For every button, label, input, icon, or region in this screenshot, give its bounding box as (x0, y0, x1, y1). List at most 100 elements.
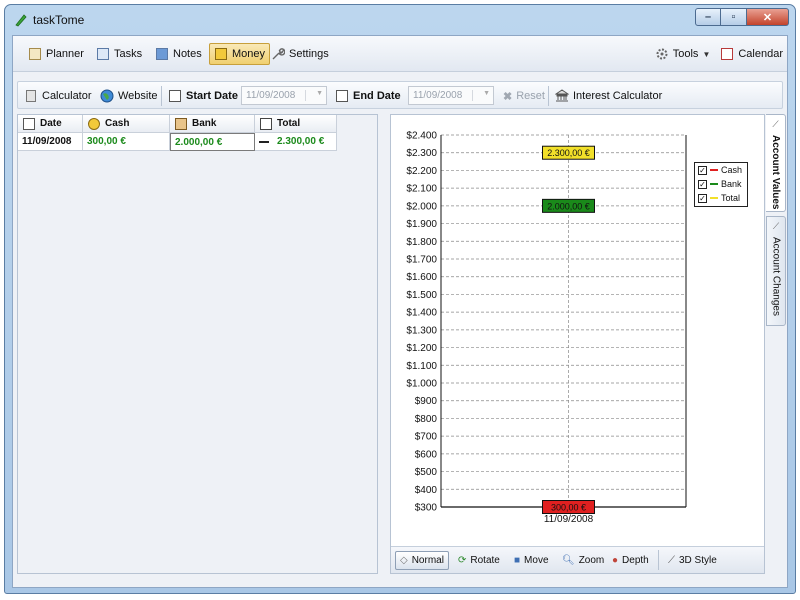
cell-total[interactable]: 2.300,00 € (255, 133, 337, 151)
window-title: taskTome (33, 13, 85, 27)
zoom-icon: 🔍︎ (562, 555, 575, 566)
wrench-icon (272, 48, 285, 60)
reset-button[interactable]: ✖ Reset (503, 87, 545, 105)
interest-calculator-button[interactable]: Interest Calculator (555, 87, 662, 105)
move-icon: ■ (514, 555, 521, 566)
column-header-cash-label: Cash (105, 118, 130, 129)
chart-mode-zoom[interactable]: 🔍︎ Zoom (557, 551, 609, 570)
interest-calculator-label: Interest Calculator (573, 90, 663, 102)
y-tick-label: $300 (415, 503, 438, 514)
money-toolbar: Calculator Website Start Date 11/09/2008… (17, 81, 783, 109)
money-icon (214, 47, 228, 61)
chart-mode-normal[interactable]: ◇ Normal (395, 551, 449, 570)
chart-mode-move-label: Move (524, 555, 549, 566)
chart-mode-rotate[interactable]: ⟳ Rotate (453, 551, 505, 570)
y-tick-label: $1.000 (406, 379, 437, 390)
website-button[interactable]: Website (100, 87, 158, 105)
tab-account-changes[interactable]: ⟋ Account Changes (766, 216, 786, 326)
y-tick-label: $2.000 (406, 201, 437, 212)
x-tick-label: 11/09/2008 (544, 514, 594, 525)
title-bar[interactable]: taskTome – ▫ ✕ (5, 5, 795, 35)
coins-icon (87, 117, 101, 131)
start-date-label: Start Date (186, 90, 238, 102)
cell-total-value: 2.300,00 € (277, 136, 325, 147)
tools-menu[interactable]: Tools ▼ (655, 47, 710, 61)
column-header-total[interactable]: Total (255, 115, 337, 133)
end-date-dropdown-icon[interactable]: ▼ (472, 90, 490, 101)
legend-checkbox-cash[interactable]: ✓ (698, 165, 707, 175)
nav-money[interactable]: Money (209, 43, 271, 65)
chart-3d-style-label: 3D Style (679, 555, 717, 566)
total-calculator-icon (259, 117, 273, 131)
tasks-icon (96, 47, 110, 61)
legend-item-bank[interactable]: ✓ Bank (695, 177, 747, 191)
chart-controls-separator (658, 550, 659, 570)
reset-label: Reset (516, 90, 545, 102)
data-label-text-total: 2.300,00 € (547, 148, 590, 158)
legend-label-cash: Cash (721, 165, 743, 175)
column-header-cash[interactable]: Cash (83, 115, 170, 133)
tab-account-changes-label: Account Changes (770, 237, 782, 316)
y-tick-label: $700 (415, 432, 438, 443)
chart-3d-style[interactable]: ⟋ 3D Style (663, 551, 722, 570)
chart-mode-zoom-label: Zoom (578, 555, 605, 566)
chart-panel: $300 $400 $500 $600 $700 $800 $900 $1.000 $1.100… (390, 114, 765, 574)
cell-date[interactable]: 11/09/2008 (18, 133, 83, 151)
maximize-button[interactable]: ▫ (721, 8, 747, 26)
y-tick-label: $1.300 (406, 325, 437, 336)
column-header-bank-label: Bank (192, 118, 217, 129)
y-tick-label: $900 (415, 396, 438, 407)
minimize-button[interactable]: – (695, 8, 721, 26)
window-controls: – ▫ ✕ (695, 8, 789, 27)
nav-settings[interactable]: Settings (266, 43, 334, 65)
calculator-button[interactable]: Calculator (24, 87, 92, 105)
y-tick-label: $1.600 (406, 272, 437, 283)
table-row[interactable]: 11/09/2008 300,00 € 2.000,00 € 2.300,00 … (18, 133, 337, 151)
column-header-bank[interactable]: Bank (170, 115, 255, 133)
legend-item-total[interactable]: ✓ Total (695, 191, 747, 205)
legend-label-bank: Bank (721, 179, 742, 189)
tab-account-values[interactable]: ⟋ Account Values (766, 114, 786, 212)
planner-icon (28, 47, 42, 61)
tab-account-values-label: Account Values (770, 135, 781, 210)
cell-bank[interactable]: 2.000,00 € (170, 133, 255, 151)
y-tick-label: $500 (415, 467, 438, 478)
column-header-total-label: Total (277, 118, 301, 129)
start-date-dropdown-icon[interactable]: ▼ (305, 90, 323, 101)
column-header-date[interactable]: Date (18, 115, 83, 133)
depth-icon: ● (612, 555, 619, 566)
chart-mode-depth[interactable]: ● Depth (607, 551, 654, 570)
legend-item-cash[interactable]: ✓ Cash (695, 163, 747, 177)
start-date-input[interactable]: 11/09/2008 ▼ (241, 86, 327, 105)
line-chart-icon: ⟋ (772, 221, 780, 231)
tools-label: Tools (672, 48, 699, 60)
chart-controls-bar: ◇ Normal ⟳ Rotate ■ Move 🔍︎ Zoom ● Depth… (391, 546, 764, 573)
legend-swatch-cash (710, 169, 718, 171)
y-tick-label: $400 (415, 485, 438, 496)
legend-checkbox-total[interactable]: ✓ (698, 193, 707, 203)
chart-legend: ✓ Cash ✓ Bank ✓ Total (694, 162, 748, 207)
end-date-input[interactable]: 11/09/2008 ▼ (408, 86, 494, 105)
y-tick-label: $1.400 (406, 308, 437, 319)
start-date-label-group: Start Date (168, 87, 238, 105)
y-tick-label: $800 (415, 414, 438, 425)
chart-style-icon: ⟋ (668, 555, 675, 566)
chart-mode-move[interactable]: ■ Move (509, 551, 554, 570)
y-tick-label: $1.900 (406, 219, 437, 230)
date-column-icon (22, 117, 36, 131)
nav-calendar[interactable]: Calendar (720, 47, 783, 61)
account-table: Date Cash Bank Total 11/09/2008 300,00 €… (18, 115, 337, 151)
cell-cash[interactable]: 300,00 € (83, 133, 170, 151)
y-tick-label: $2.300 (406, 148, 437, 159)
nav-planner-label: Planner (46, 48, 84, 60)
close-button[interactable]: ✕ (747, 8, 789, 26)
close-icon: ✕ (762, 11, 773, 24)
nav-notes[interactable]: Notes (150, 43, 207, 65)
nav-notes-label: Notes (173, 48, 202, 60)
nav-settings-label: Settings (289, 48, 329, 60)
reset-x-icon: ✖ (503, 90, 513, 103)
legend-checkbox-bank[interactable]: ✓ (698, 179, 707, 189)
nav-tasks[interactable]: Tasks (91, 43, 147, 65)
legend-swatch-total (710, 197, 718, 199)
nav-planner[interactable]: Planner (23, 43, 89, 65)
